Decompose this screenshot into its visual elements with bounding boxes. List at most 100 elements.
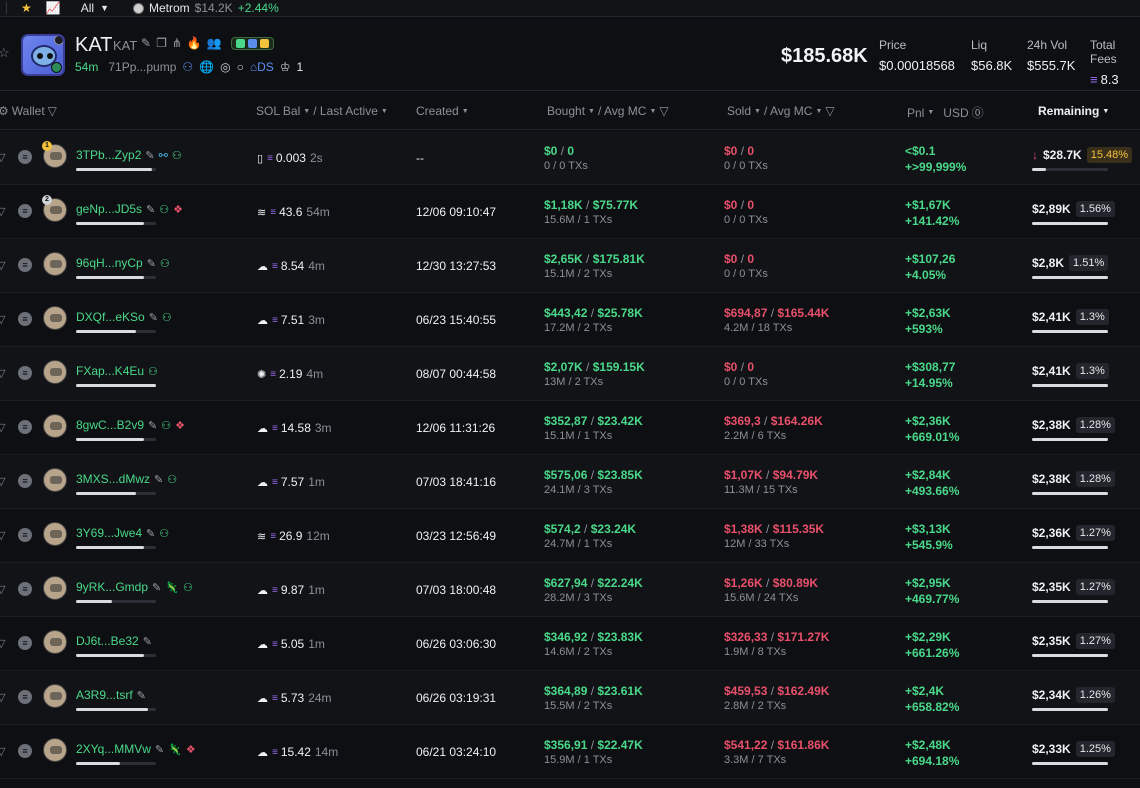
menu-icon[interactable]: ≡ — [18, 150, 32, 164]
edit-icon[interactable]: ✎ — [148, 419, 157, 432]
avatar[interactable] — [43, 360, 67, 384]
table-row[interactable]: ▽ ≡ 2XYq...MMVw ✎ 🦎 ❖ ☁ ≡ 15.42 14m 06/21 03:24:10… — [0, 725, 1140, 779]
filter-icon[interactable]: ▽ — [0, 421, 5, 434]
wallet-label[interactable]: DXQf...eKSo — [76, 310, 145, 324]
avatar[interactable] — [43, 522, 67, 546]
settings-icon[interactable]: ⚙ — [0, 104, 9, 118]
avatar[interactable] — [43, 252, 67, 276]
search-icon[interactable]: ○ — [237, 60, 244, 74]
menu-circle-icon[interactable]: ◎ — [220, 60, 230, 74]
usd-toggle[interactable]: USD — [943, 106, 968, 120]
wallet-address[interactable]: FXap...K4Eu ⚇ — [76, 364, 158, 378]
filter-icon[interactable]: ▽ — [825, 104, 834, 118]
edit-icon[interactable]: ✎ — [147, 257, 156, 270]
filter-icon[interactable]: ▽ — [0, 151, 5, 164]
wallet-label[interactable]: A3R9...tsrf — [76, 688, 133, 702]
filter-icon[interactable]: ▽ — [0, 205, 5, 218]
wallet-address[interactable]: 3TPb...Zyp2 ✎ ⚯ ⚇ — [76, 148, 182, 162]
dexscreener-link[interactable]: ⌂DS — [250, 60, 274, 74]
table-row[interactable]: ▽ ≡ FXap...K4Eu ⚇ ✺ ≡ 2.19 4m 08/07 00:44:58 $2,0… — [0, 347, 1140, 401]
tracked-user-icon[interactable]: ⚇ — [172, 149, 182, 162]
edit-icon[interactable]: ✎ — [137, 689, 146, 702]
menu-icon[interactable]: ≡ — [18, 312, 32, 326]
filter-icon[interactable]: ▽ — [48, 104, 57, 118]
avatar[interactable] — [43, 630, 67, 654]
table-row[interactable]: ▽ ≡ 9yRK...Gmdp ✎ 🦎 ⚇ ☁ ≡ 9.87 1m 07/03 18:00:48 $6… — [0, 563, 1140, 617]
menu-icon[interactable]: ≡ — [18, 636, 32, 650]
edit-icon[interactable]: ✎ — [146, 203, 155, 216]
wallet-address[interactable]: 8gwC...B2v9 ✎ ⚇ ❖ — [76, 418, 185, 432]
gecko-icon[interactable]: 🦎 — [168, 743, 182, 756]
stack-icon[interactable]: ❖ — [173, 203, 183, 216]
menu-icon[interactable]: ≡ — [18, 582, 32, 596]
edit-icon[interactable]: ✎ — [141, 36, 151, 50]
menu-icon[interactable]: ≡ — [18, 420, 32, 434]
avatar[interactable] — [43, 306, 67, 330]
copy-icon[interactable]: ❐ — [156, 36, 167, 50]
filter-icon[interactable]: ▽ — [0, 313, 5, 326]
avatar[interactable] — [43, 738, 67, 762]
col-sold[interactable]: Sold ▼ / Avg MC ▼ ▽ — [727, 104, 835, 118]
crown-icon[interactable]: ♔ — [280, 60, 291, 74]
filter-icon[interactable]: ▽ — [0, 745, 5, 758]
wallet-label[interactable]: 3TPb...Zyp2 — [76, 148, 141, 162]
avatar[interactable] — [43, 414, 67, 438]
wallet-label[interactable]: 8gwC...B2v9 — [76, 418, 144, 432]
col-pnl[interactable]: Pnl ▼ USD ⓪ — [907, 104, 984, 121]
holders-icon[interactable]: ⚇ — [182, 60, 193, 74]
edit-icon[interactable]: ✎ — [154, 473, 163, 486]
wallet-label[interactable]: 3MXS...dMwz — [76, 472, 150, 486]
menu-icon[interactable]: ≡ — [18, 258, 32, 272]
wallet-label[interactable]: 3Y69...Jwe4 — [76, 526, 142, 540]
col-remaining[interactable]: Remaining ▼ — [1038, 104, 1109, 118]
favorite-star-icon[interactable]: ☆ — [0, 45, 10, 61]
wallet-address[interactable]: 3Y69...Jwe4 ✎ ⚇ — [76, 526, 169, 540]
social-badges[interactable] — [230, 36, 274, 50]
avatar[interactable] — [43, 576, 67, 600]
edit-icon[interactable]: ✎ — [155, 743, 164, 756]
website-globe-icon[interactable]: 🌐 — [199, 60, 214, 74]
tracked-user-icon[interactable]: ⚇ — [159, 527, 169, 540]
tracked-user-icon[interactable]: ⚇ — [162, 311, 172, 324]
menu-icon[interactable]: ≡ — [18, 690, 32, 704]
avatar[interactable] — [43, 684, 67, 708]
wallet-label[interactable]: DJ6t...Be32 — [76, 634, 139, 648]
wallet-address[interactable]: DXQf...eKSo ✎ ⚇ — [76, 310, 172, 324]
wallet-address[interactable]: A3R9...tsrf ✎ — [76, 688, 146, 702]
menu-icon[interactable]: ≡ — [18, 528, 32, 542]
token-address[interactable]: 71Pp...pump — [108, 60, 176, 74]
star-icon[interactable]: ★ — [21, 2, 32, 14]
wallet-label[interactable]: 2XYq...MMVw — [76, 742, 151, 756]
wallet-label[interactable]: 9yRK...Gmdp — [76, 580, 148, 594]
table-row[interactable]: ▽ ≡ DXQf...eKSo ✎ ⚇ ☁ ≡ 7.51 3m 06/23 15:40:55 $44… — [0, 293, 1140, 347]
wallet-address[interactable]: DJ6t...Be32 ✎ — [76, 634, 152, 648]
wallet-address[interactable]: 3MXS...dMwz ✎ ⚇ — [76, 472, 177, 486]
filter-icon[interactable]: ▽ — [0, 475, 5, 488]
filter-icon[interactable]: ▽ — [0, 691, 5, 704]
fire-icon[interactable]: 🔥 — [187, 36, 202, 50]
chart-icon[interactable]: 📈 — [46, 2, 61, 14]
wallet-label[interactable]: FXap...K4Eu — [76, 364, 144, 378]
table-row[interactable]: ▽ ≡ 3MXS...dMwz ✎ ⚇ ☁ ≡ 7.57 1m 07/03 18:41:16 $57… — [0, 455, 1140, 509]
gecko-icon[interactable]: 🦎 — [165, 581, 179, 594]
wallet-label[interactable]: geNp...JD5s — [76, 202, 142, 216]
stack-icon[interactable]: ❖ — [186, 743, 196, 756]
edit-icon[interactable]: ✎ — [152, 581, 161, 594]
wallet-address[interactable]: geNp...JD5s ✎ ⚇ ❖ — [76, 202, 183, 216]
tag-icon[interactable]: ⚯ — [159, 149, 168, 162]
filter-dropdown[interactable]: All ▼ — [81, 1, 109, 15]
table-row[interactable]: ▽ ≡ 3Y69...Jwe4 ✎ ⚇ ≋ ≡ 26.9 12m 03/23 12:56:49 $5… — [0, 509, 1140, 563]
filter-icon[interactable]: ▽ — [0, 529, 5, 542]
edit-icon[interactable]: ✎ — [143, 635, 152, 648]
tracked-user-icon[interactable]: ⚇ — [183, 581, 193, 594]
col-bought[interactable]: Bought ▼ / Avg MC ▼ ▽ — [547, 104, 669, 118]
filter-icon[interactable]: ▽ — [0, 583, 5, 596]
menu-icon[interactable]: ≡ — [18, 744, 32, 758]
table-row[interactable]: ▽ ≡ DJ6t...Be32 ✎ ☁ ≡ 5.05 1m 06/26 03:06:30 $346… — [0, 617, 1140, 671]
watchlist-item-metrom[interactable]: Metrom $14.2K +2.44% — [132, 1, 279, 15]
edit-icon[interactable]: ✎ — [146, 527, 155, 540]
col-created[interactable]: Created ▼ — [416, 104, 469, 118]
team-icon[interactable]: 👥 — [207, 36, 222, 50]
edit-icon[interactable]: ✎ — [145, 149, 154, 162]
table-row[interactable]: ▽ ≡ 8gwC...B2v9 ✎ ⚇ ❖ ☁ ≡ 14.58 3m 12/06 11:31:26 $… — [0, 401, 1140, 455]
